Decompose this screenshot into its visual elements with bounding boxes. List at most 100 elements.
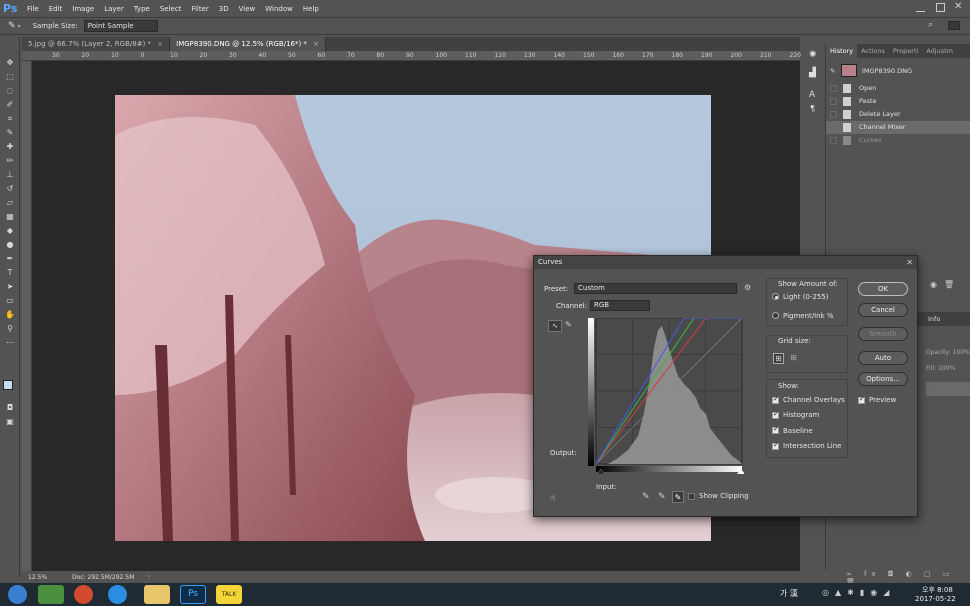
status-menu-icon[interactable]: › — [148, 573, 150, 580]
character-icon[interactable]: A — [809, 90, 815, 100]
menu-type[interactable]: Type — [129, 5, 155, 13]
menu-view[interactable]: View — [234, 5, 261, 13]
history-brush-icon[interactable]: ↺ — [4, 183, 16, 194]
brightness-icon[interactable]: ✺ — [809, 50, 817, 60]
history-source-box[interactable] — [830, 98, 837, 105]
tab-history[interactable]: History — [826, 44, 858, 58]
curves-graph[interactable] — [588, 317, 745, 475]
opacity-field[interactable]: Opacity: 100% — [926, 349, 970, 356]
tab-info[interactable]: Info — [928, 315, 940, 323]
fill-field[interactable]: Fill: 100% — [926, 365, 955, 372]
chrome-icon[interactable] — [74, 585, 93, 604]
quick-select-tool-icon[interactable]: ✐ — [4, 99, 16, 110]
tab-actions[interactable]: Actions — [857, 44, 889, 58]
menu-help[interactable]: Help — [298, 5, 324, 13]
white-eyedropper-icon[interactable]: ✎ — [672, 491, 684, 503]
menu-select[interactable]: Select — [155, 5, 187, 13]
channel-overlays-checkbox[interactable] — [772, 395, 779, 404]
auto-button[interactable]: Auto — [858, 351, 908, 365]
menu-edit[interactable]: Edit — [44, 5, 68, 13]
photoshop-taskbar-icon[interactable]: Ps — [180, 585, 206, 604]
quick-mask-icon[interactable]: ◘ — [4, 402, 16, 413]
hand-tool-icon[interactable]: ✋ — [4, 309, 16, 320]
file-explorer-icon[interactable] — [144, 585, 170, 604]
blur-tool-icon[interactable]: ◆ — [4, 225, 16, 236]
baseline-checkbox[interactable] — [772, 425, 779, 434]
trash-icon[interactable]: 🗑 — [944, 280, 954, 289]
sample-size-select[interactable]: Point Sample — [83, 20, 158, 32]
layer-row[interactable] — [926, 382, 970, 396]
ok-button[interactable]: OK — [858, 282, 908, 296]
path-select-icon[interactable]: ➤ — [4, 281, 16, 292]
dialog-title-bar[interactable]: Curves ✕ — [534, 256, 917, 269]
eyedropper-tool-icon[interactable]: ✎ — [4, 127, 16, 138]
zoom-level[interactable]: 12.5% — [28, 574, 47, 581]
screen-mode-icon[interactable]: ▣ — [4, 416, 16, 427]
options-button[interactable]: Options... — [858, 372, 908, 386]
history-source-box[interactable] — [830, 137, 837, 144]
cancel-button[interactable]: Cancel — [858, 303, 908, 317]
menu-filter[interactable]: Filter — [186, 5, 213, 13]
brush-tool-icon[interactable]: ✏ — [4, 155, 16, 166]
histogram-checkbox[interactable] — [772, 410, 779, 419]
light-radio[interactable] — [772, 293, 779, 300]
menu-image[interactable]: Image — [67, 5, 99, 13]
start-button[interactable] — [8, 585, 27, 604]
eyedropper-tool-icon[interactable]: ✎ — [8, 21, 16, 31]
gradient-tool-icon[interactable]: ▦ — [4, 211, 16, 222]
document-tab-img8390[interactable]: IMGP8390.DNG @ 12.5% (RGB/16*) * × — [170, 37, 327, 51]
tab-adjustments[interactable]: Adjustm — [922, 44, 957, 58]
history-item-delete-layer[interactable]: Delete Layer — [826, 108, 970, 121]
document-tab-5jpg[interactable]: 5.jpg @ 66.7% (Layer 2, RGB/8#) * × — [22, 37, 171, 51]
history-snapshot[interactable]: ✎ IMGP8390.DNG — [826, 63, 970, 79]
menu-window[interactable]: Window — [260, 5, 298, 13]
black-eyedropper-icon[interactable]: ✎ — [642, 492, 650, 502]
maximize-icon[interactable] — [936, 3, 945, 12]
lasso-tool-icon[interactable]: ◌ — [4, 85, 16, 96]
menu-file[interactable]: File — [22, 5, 44, 13]
marquee-tool-icon[interactable]: ⬚ — [4, 71, 16, 82]
history-item-curves[interactable]: Curves — [826, 134, 970, 147]
clock-time[interactable]: 오후 8:08 — [922, 585, 953, 595]
more-tools-icon[interactable]: ⋯ — [4, 337, 16, 348]
detailed-grid-icon[interactable]: ⊞ — [788, 353, 799, 364]
show-clipping-checkbox[interactable] — [688, 493, 695, 500]
menu-layer[interactable]: Layer — [99, 5, 129, 13]
history-item-channel-mixer[interactable]: Channel Mixer — [826, 121, 970, 134]
close-icon[interactable]: ✕ — [906, 256, 913, 269]
eraser-tool-icon[interactable]: ▱ — [4, 197, 16, 208]
workspace-icon[interactable] — [948, 21, 960, 30]
close-tab-icon[interactable]: × — [313, 40, 319, 48]
channel-select[interactable]: RGB — [590, 300, 650, 311]
close-window-icon[interactable]: ✕ — [954, 1, 962, 12]
zoom-tool-icon[interactable]: ⚲ — [4, 323, 16, 334]
history-source-box[interactable] — [830, 85, 837, 92]
healing-tool-icon[interactable]: ✚ — [4, 141, 16, 152]
close-tab-icon[interactable]: × — [157, 40, 163, 48]
pen-tool-icon[interactable]: ✒ — [4, 253, 16, 264]
foreground-color-swatch[interactable] — [3, 380, 13, 390]
target-adjust-icon[interactable]: ☝ — [550, 494, 555, 504]
pigment-radio[interactable] — [772, 312, 779, 319]
preset-gear-icon[interactable]: ⚙ — [744, 283, 751, 292]
rectangle-tool-icon[interactable]: ▭ — [4, 295, 16, 306]
histogram-icon[interactable]: ▟ — [809, 68, 816, 78]
history-item-open[interactable]: Open — [826, 82, 970, 95]
preview-checkbox[interactable] — [858, 395, 865, 404]
intersection-line-checkbox[interactable] — [772, 441, 779, 450]
dodge-tool-icon[interactable]: ● — [4, 239, 16, 250]
curve-point-mode-icon[interactable]: ∿ — [548, 320, 562, 332]
simple-grid-icon[interactable]: ⊞ — [773, 353, 784, 364]
tray-icons[interactable]: ◎▲✱▮◉◢ — [822, 588, 895, 597]
chevron-down-icon[interactable]: ▾ — [18, 23, 21, 30]
crop-tool-icon[interactable]: ⌗ — [4, 113, 16, 124]
menu-3d[interactable]: 3D — [214, 5, 234, 13]
history-item-paste[interactable]: Paste — [826, 95, 970, 108]
preset-select[interactable]: Custom — [574, 283, 737, 294]
camera-icon[interactable]: ◉ — [930, 280, 937, 289]
gray-eyedropper-icon[interactable]: ✎ — [658, 492, 666, 502]
smooth-button[interactable]: Smooth — [858, 327, 908, 341]
pencil-draw-icon[interactable]: ✎ — [565, 320, 572, 329]
history-source-box[interactable] — [830, 111, 837, 118]
minimize-icon[interactable] — [916, 3, 925, 12]
